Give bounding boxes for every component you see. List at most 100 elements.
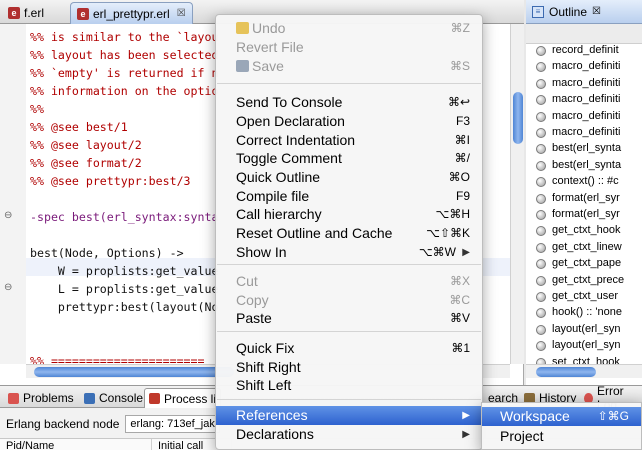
menu-separator bbox=[217, 331, 481, 332]
menu-item-call-hierarchy[interactable]: Call hierarchy ⌥⌘H bbox=[216, 205, 482, 224]
menu-item-declarations[interactable]: Declarations ▶ bbox=[216, 425, 482, 444]
scroll-thumb[interactable] bbox=[536, 367, 596, 377]
menu-item-quick-outline[interactable]: Quick Outline ⌘O bbox=[216, 168, 482, 187]
tab-erl-prettypr[interactable]: e erl_prettypr.erl ☒ bbox=[70, 2, 193, 24]
outline-item[interactable]: set_ctxt_hook bbox=[526, 354, 642, 364]
fold-minus-icon[interactable]: ⊖ bbox=[4, 282, 12, 293]
menu-item-shortcut: ⌘C bbox=[449, 293, 470, 307]
menu-item-label: Show In bbox=[236, 244, 287, 260]
menu-item-label: Quick Fix bbox=[236, 340, 295, 356]
menu-item-label: Revert File bbox=[236, 39, 304, 55]
submenu-arrow-icon: ▶ bbox=[462, 410, 470, 421]
menu-item-references[interactable]: References ▶ bbox=[216, 406, 482, 425]
tab-label: Problems bbox=[23, 391, 74, 405]
code-line[interactable]: prettypr:best(layout(No bbox=[30, 298, 219, 316]
outline-item[interactable]: best(erl_synta bbox=[526, 157, 642, 173]
menu-item-copy: Copy ⌘C bbox=[216, 291, 482, 310]
close-icon[interactable]: ☒ bbox=[592, 6, 601, 17]
outline-item[interactable]: get_ctxt_hook bbox=[526, 222, 642, 238]
close-icon[interactable]: ☒ bbox=[177, 8, 186, 19]
outline-item[interactable]: layout(erl_syn bbox=[526, 321, 642, 337]
outline-icon: ≡ bbox=[532, 5, 544, 18]
code-line[interactable]: W = proplists:get_value bbox=[30, 262, 219, 280]
outline-item[interactable]: get_ctxt_pape bbox=[526, 255, 642, 271]
outline-item[interactable]: get_ctxt_linew bbox=[526, 239, 642, 255]
outline-item[interactable]: macro_definiti bbox=[526, 124, 642, 140]
code-line[interactable]: L = proplists:get_value bbox=[30, 280, 219, 298]
menu-item-open-declaration[interactable]: Open Declaration F3 bbox=[216, 112, 482, 131]
column-header[interactable]: Pid/Name bbox=[0, 439, 152, 450]
submenu-arrow-icon: ▶ bbox=[462, 429, 470, 440]
tab-f-erl[interactable]: e f.erl bbox=[2, 2, 50, 24]
tab-problems[interactable]: Problems bbox=[4, 388, 78, 408]
backend-select[interactable]: erlang: 713ef_jak bbox=[125, 415, 220, 433]
submenu-item-project[interactable]: Project bbox=[482, 427, 641, 446]
menu-item-paste[interactable]: Paste ⌘V bbox=[216, 309, 482, 328]
scroll-thumb[interactable] bbox=[513, 92, 523, 144]
code-line[interactable]: %% @see layout/2 bbox=[30, 136, 142, 154]
menu-separator bbox=[217, 83, 481, 84]
outline-item[interactable]: format(erl_syr bbox=[526, 190, 642, 206]
menu-item-shortcut: ⌘↩ bbox=[447, 95, 470, 109]
menu-item-shortcut: F9 bbox=[455, 189, 470, 203]
menu-item-send-to-console[interactable]: Send To Console ⌘↩ bbox=[216, 93, 482, 112]
outline-item[interactable]: best(erl_synta bbox=[526, 140, 642, 156]
menu-item-shortcut: ⌘1 bbox=[451, 341, 470, 355]
tab-console[interactable]: Console bbox=[80, 388, 147, 408]
outline-item[interactable]: format(erl_syr bbox=[526, 206, 642, 222]
menu-item-quick-fix[interactable]: Quick Fix ⌘1 bbox=[216, 339, 482, 358]
line-ruler bbox=[0, 24, 26, 364]
outline-item[interactable]: macro_definiti bbox=[526, 58, 642, 74]
code-line[interactable]: -spec best(erl_syntax:synta bbox=[30, 208, 218, 226]
menu-item-compile-file[interactable]: Compile file F9 bbox=[216, 187, 482, 206]
code-line[interactable]: %% @see format/2 bbox=[30, 154, 142, 172]
menu-item-label: Reset Outline and Cache bbox=[236, 225, 393, 241]
code-line[interactable]: %% layout has been selected bbox=[30, 46, 218, 64]
menu-item-toggle-comment[interactable]: Toggle Comment ⌘/ bbox=[216, 149, 482, 168]
outline-item[interactable]: get_ctxt_prece bbox=[526, 272, 642, 288]
menu-item-label: Call hierarchy bbox=[236, 206, 322, 222]
submenu-item-shortcut: ⇧⌘G bbox=[597, 409, 629, 423]
menu-item-shortcut: ⌥⇧⌘K bbox=[426, 226, 470, 240]
outline-tab[interactable]: ≡ Outline ☒ bbox=[526, 0, 642, 24]
menu-item-label: References bbox=[236, 407, 308, 423]
menu-item-reset-outline-and-cache[interactable]: Reset Outline and Cache ⌥⇧⌘K bbox=[216, 224, 482, 243]
outline-horizontal-scrollbar[interactable] bbox=[526, 364, 642, 378]
submenu-item-workspace[interactable]: Workspace ⇧⌘G bbox=[482, 407, 641, 426]
menu-item-correct-indentation[interactable]: Correct Indentation ⌘I bbox=[216, 131, 482, 150]
scroll-thumb[interactable] bbox=[34, 367, 234, 377]
tab-process-list[interactable]: Process li bbox=[144, 388, 222, 408]
problems-icon bbox=[8, 392, 19, 404]
menu-item-show-in[interactable]: Show In ⌥⌘W ▶ bbox=[216, 243, 482, 262]
code-line[interactable]: %% is similar to the `layou bbox=[30, 28, 218, 46]
menu-item-label: Undo bbox=[252, 20, 286, 36]
menu-item-revert-file: Revert File bbox=[216, 38, 482, 57]
code-line[interactable]: %% ====================== bbox=[30, 352, 205, 364]
code-line[interactable]: %% `empty' is returned if n bbox=[30, 64, 218, 82]
outline-toolbar bbox=[526, 24, 642, 44]
outline-item[interactable]: macro_definiti bbox=[526, 75, 642, 91]
outline-item[interactable]: record_definit bbox=[526, 44, 642, 58]
menu-item-label: Copy bbox=[236, 292, 269, 308]
code-line[interactable]: best(Node, Options) -> bbox=[30, 244, 184, 262]
outline-item[interactable]: context() :: #c bbox=[526, 173, 642, 189]
submenu-item-label: Project bbox=[500, 428, 544, 444]
fold-minus-icon[interactable]: ⊖ bbox=[4, 210, 12, 221]
outline-item[interactable]: macro_definiti bbox=[526, 91, 642, 107]
code-line[interactable]: %% bbox=[30, 100, 44, 118]
menu-item-shift-right[interactable]: Shift Right bbox=[216, 358, 482, 377]
code-line[interactable]: %% @see prettypr:best/3 bbox=[30, 172, 191, 190]
outline-item[interactable]: hook() :: 'none bbox=[526, 304, 642, 320]
outline-item[interactable]: macro_definiti bbox=[526, 108, 642, 124]
code-line[interactable]: %% information on the optio bbox=[30, 82, 218, 100]
menu-item-label: Cut bbox=[236, 273, 258, 289]
console-icon bbox=[84, 392, 95, 404]
menu-item-shift-left[interactable]: Shift Left bbox=[216, 376, 482, 395]
outline-item[interactable]: get_ctxt_user bbox=[526, 288, 642, 304]
submenu-arrow-icon: ▶ bbox=[462, 247, 470, 258]
editor-vertical-scrollbar[interactable] bbox=[510, 24, 524, 364]
menu-item-save: Save ⌘S bbox=[216, 57, 482, 76]
menu-item-cut: Cut ⌘X bbox=[216, 272, 482, 291]
code-line[interactable]: %% @see best/1 bbox=[30, 118, 128, 136]
outline-item[interactable]: layout(erl_syn bbox=[526, 337, 642, 353]
